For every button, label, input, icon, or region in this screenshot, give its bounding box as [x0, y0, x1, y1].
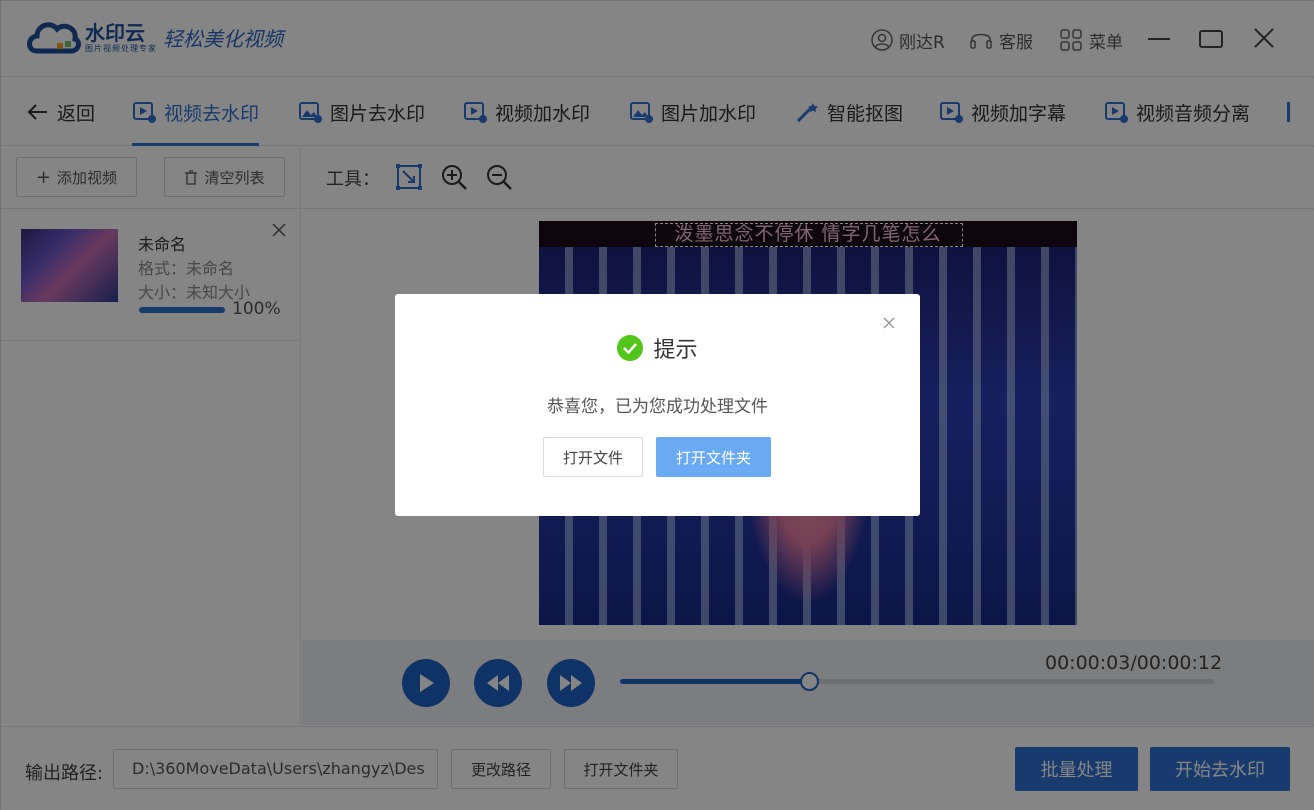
close-icon[interactable]: [880, 314, 898, 332]
check-circle-icon: [617, 335, 644, 361]
success-dialog: 提示 恭喜您，已为您成功处理文件 打开文件 打开文件夹: [395, 294, 920, 516]
open-folder-button[interactable]: 打开文件夹: [656, 437, 771, 477]
open-file-button[interactable]: 打开文件: [543, 437, 643, 477]
dialog-message: 恭喜您，已为您成功处理文件: [547, 397, 768, 417]
dialog-title: 提示: [395, 332, 920, 364]
dialog-title-text: 提示: [653, 338, 698, 363]
